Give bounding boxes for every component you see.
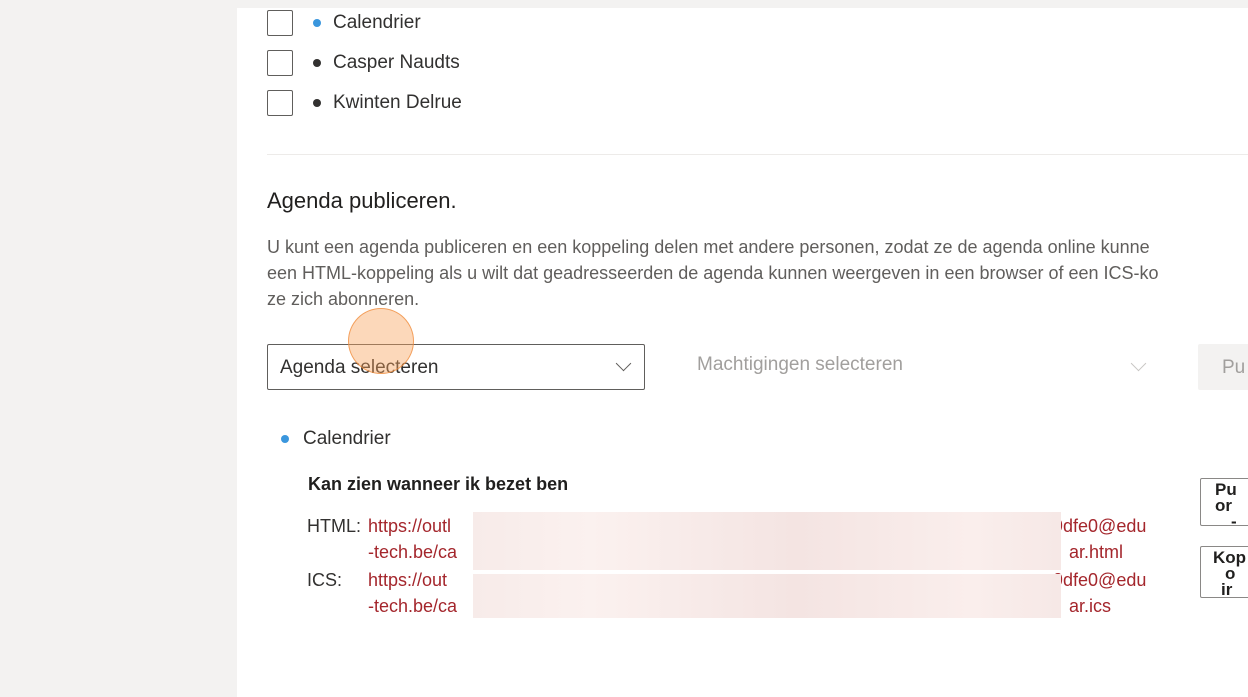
calendar-color-dot bbox=[313, 99, 321, 107]
button-text: - bbox=[1231, 512, 1237, 531]
publish-button-label: Pu bbox=[1222, 357, 1246, 378]
calendar-checkbox[interactable] bbox=[267, 10, 293, 36]
published-calendar-name: Calendrier bbox=[303, 428, 391, 449]
calendar-row-calendrier: Calendrier bbox=[267, 8, 421, 38]
html-link[interactable]: ar.html bbox=[1069, 542, 1123, 563]
publish-description: U kunt een agenda publiceren en een kopp… bbox=[267, 234, 1248, 312]
calendar-color-dot bbox=[313, 19, 321, 27]
html-link-label: HTML: bbox=[307, 516, 361, 536]
left-rail bbox=[0, 0, 237, 697]
calendar-label: Kwinten Delrue bbox=[333, 92, 462, 113]
ics-link[interactable]: -tech.be/ca bbox=[368, 596, 457, 617]
chevron-down-icon[interactable] bbox=[615, 355, 632, 372]
section-divider bbox=[267, 154, 1248, 155]
calendar-color-dot bbox=[313, 59, 321, 67]
calendar-row-casper: Casper Naudts bbox=[267, 48, 460, 78]
calendar-color-dot bbox=[281, 435, 289, 443]
publish-section-title: Agenda publiceren. bbox=[267, 188, 457, 213]
description-line: U kunt een agenda publiceren en een kopp… bbox=[267, 237, 1150, 257]
calendar-checkbox[interactable] bbox=[267, 50, 293, 76]
html-link[interactable]: https://outl bbox=[368, 516, 451, 537]
ics-link[interactable]: ar.ics bbox=[1069, 596, 1111, 617]
ics-link[interactable]: https://out bbox=[368, 570, 447, 591]
click-highlight-marker bbox=[348, 308, 414, 374]
button-text: ir bbox=[1221, 580, 1233, 599]
calendar-checkbox[interactable] bbox=[267, 90, 293, 116]
publish-button[interactable]: Pu bbox=[1198, 344, 1248, 390]
button-text: or bbox=[1215, 496, 1232, 515]
description-line: ze zich abonneren. bbox=[267, 289, 420, 309]
html-link[interactable]: -tech.be/ca bbox=[368, 542, 457, 563]
published-calendar-header: Calendrier bbox=[281, 428, 391, 450]
redacted-ics-url bbox=[473, 574, 1061, 618]
calendar-label: Calendrier bbox=[333, 12, 421, 33]
calendar-row-kwinten: Kwinten Delrue bbox=[267, 88, 462, 118]
permission-level-title: Kan zien wanneer ik bezet ben bbox=[308, 474, 569, 494]
ics-link-label: ICS: bbox=[307, 570, 343, 590]
calendar-select-dropdown[interactable]: Agenda selecteren bbox=[267, 344, 645, 390]
calendar-label: Casper Naudts bbox=[333, 52, 460, 73]
chevron-down-icon[interactable] bbox=[1130, 355, 1147, 372]
html-link[interactable]: 9dfe0@edu bbox=[1053, 516, 1146, 537]
redacted-html-url bbox=[473, 512, 1061, 570]
reset-publish-button[interactable]: Pu or - bbox=[1200, 478, 1248, 530]
permissions-select-dropdown[interactable]: Machtigingen selecteren bbox=[697, 354, 903, 376]
ics-link[interactable]: 9dfe0@edu bbox=[1053, 570, 1146, 591]
description-line: een HTML-koppeling als u wilt dat geadre… bbox=[267, 263, 1159, 283]
copy-link-button[interactable]: Kop o ir bbox=[1200, 546, 1248, 598]
